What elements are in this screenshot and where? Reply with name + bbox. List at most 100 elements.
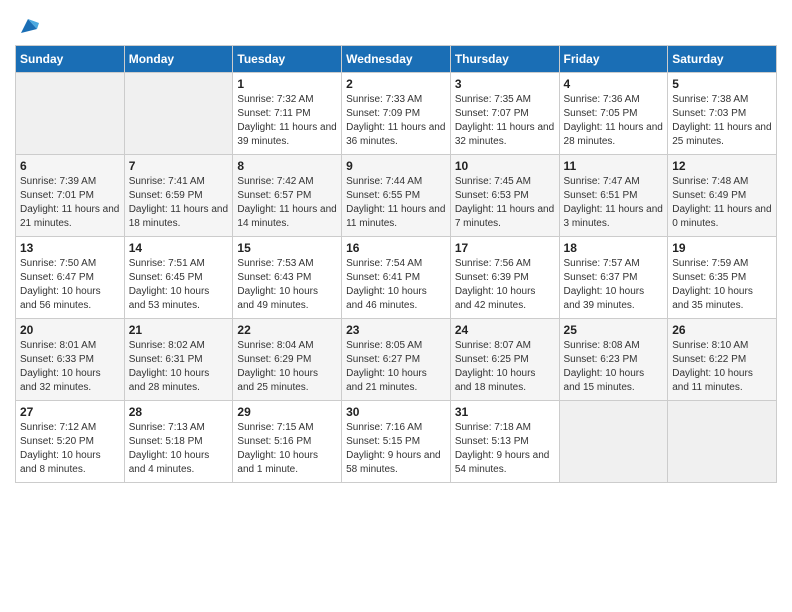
calendar-cell: 10 Sunrise: 7:45 AMSunset: 6:53 PMDayligh… <box>450 155 559 237</box>
calendar-cell: 17Sunrise: 7:56 AMSunset: 6:39 PMDayligh… <box>450 237 559 319</box>
header-day-monday: Monday <box>124 46 233 73</box>
header-day-thursday: Thursday <box>450 46 559 73</box>
calendar-cell: 2Sunrise: 7:33 AMSunset: 7:09 PMDaylight… <box>342 73 451 155</box>
day-info: Sunrise: 7:18 AMSunset: 5:13 PMDaylight:… <box>455 421 555 477</box>
day-info: Sunrise: 7:53 AMSunset: 6:43 PMDaylight:… <box>237 257 337 313</box>
day-info: Sunrise: 7:41 AMSunset: 6:59 PMDaylight:… <box>129 175 229 231</box>
day-info: Sunrise: 7:36 AMSunset: 7:05 PMDaylight:… <box>564 93 664 149</box>
calendar-cell: 21Sunrise: 8:02 AMSunset: 6:31 PMDayligh… <box>124 319 233 401</box>
day-number: 24 <box>455 323 555 337</box>
week-row-2: 6 Sunrise: 7:39 AMSunset: 7:01 PMDaylight… <box>16 155 777 237</box>
day-info: Sunrise: 7:12 AMSunset: 5:20 PMDaylight:… <box>20 421 120 477</box>
day-info: Sunrise: 7:13 AMSunset: 5:18 PMDaylight:… <box>129 421 229 477</box>
day-number: 5 <box>672 77 772 91</box>
day-info: Sunrise: 7:38 AMSunset: 7:03 PMDaylight:… <box>672 93 772 149</box>
header-day-sunday: Sunday <box>16 46 125 73</box>
calendar-cell: 26 Sunrise: 8:10 AMSunset: 6:22 PMDayligh… <box>668 319 777 401</box>
day-info: Sunrise: 8:08 AMSunset: 6:23 PMDaylight:… <box>564 339 664 395</box>
calendar-cell: 30 Sunrise: 7:16 AMSunset: 5:15 PMDayligh… <box>342 401 451 483</box>
header-day-saturday: Saturday <box>668 46 777 73</box>
day-number: 12 <box>672 159 772 173</box>
calendar-cell <box>668 401 777 483</box>
calendar-cell: 31 Sunrise: 7:18 AMSunset: 5:13 PMDayligh… <box>450 401 559 483</box>
calendar-cell: 4 Sunrise: 7:36 AMSunset: 7:05 PMDaylight… <box>559 73 668 155</box>
calendar-header: SundayMondayTuesdayWednesdayThursdayFrid… <box>16 46 777 73</box>
day-info: Sunrise: 7:47 AMSunset: 6:51 PMDaylight:… <box>564 175 664 231</box>
day-info: Sunrise: 7:50 AMSunset: 6:47 PMDaylight:… <box>20 257 120 313</box>
day-number: 29 <box>237 405 337 419</box>
day-number: 9 <box>346 159 446 173</box>
day-number: 2 <box>346 77 446 91</box>
calendar-cell: 20 Sunrise: 8:01 AMSunset: 6:33 PMDayligh… <box>16 319 125 401</box>
day-number: 31 <box>455 405 555 419</box>
day-info: Sunrise: 7:42 AMSunset: 6:57 PMDaylight:… <box>237 175 337 231</box>
day-info: Sunrise: 7:45 AMSunset: 6:53 PMDaylight:… <box>455 175 555 231</box>
day-info: Sunrise: 8:04 AMSunset: 6:29 PMDaylight:… <box>237 339 337 395</box>
day-info: Sunrise: 7:59 AMSunset: 6:35 PMDaylight:… <box>672 257 772 313</box>
day-number: 21 <box>129 323 229 337</box>
day-info: Sunrise: 8:01 AMSunset: 6:33 PMDaylight:… <box>20 339 120 395</box>
header-day-wednesday: Wednesday <box>342 46 451 73</box>
day-info: Sunrise: 7:51 AMSunset: 6:45 PMDaylight:… <box>129 257 229 313</box>
day-number: 4 <box>564 77 664 91</box>
day-number: 8 <box>237 159 337 173</box>
calendar-cell: 14Sunrise: 7:51 AMSunset: 6:45 PMDayligh… <box>124 237 233 319</box>
day-number: 25 <box>564 323 664 337</box>
calendar-cell: 8 Sunrise: 7:42 AMSunset: 6:57 PMDaylight… <box>233 155 342 237</box>
day-number: 26 <box>672 323 772 337</box>
calendar-cell: 12 Sunrise: 7:48 AMSunset: 6:49 PMDayligh… <box>668 155 777 237</box>
calendar-cell: 23 Sunrise: 8:05 AMSunset: 6:27 PMDayligh… <box>342 319 451 401</box>
header-day-friday: Friday <box>559 46 668 73</box>
calendar-cell: 9 Sunrise: 7:44 AMSunset: 6:55 PMDaylight… <box>342 155 451 237</box>
day-info: Sunrise: 7:44 AMSunset: 6:55 PMDaylight:… <box>346 175 446 231</box>
day-number: 28 <box>129 405 229 419</box>
calendar-body: 1 Sunrise: 7:32 AMSunset: 7:11 PMDaylight… <box>16 73 777 483</box>
day-number: 1 <box>237 77 337 91</box>
day-number: 22 <box>237 323 337 337</box>
day-info: Sunrise: 7:32 AMSunset: 7:11 PMDaylight:… <box>237 93 337 149</box>
day-number: 19 <box>672 241 772 255</box>
calendar-cell: 1 Sunrise: 7:32 AMSunset: 7:11 PMDaylight… <box>233 73 342 155</box>
day-number: 30 <box>346 405 446 419</box>
calendar-cell: 3Sunrise: 7:35 AMSunset: 7:07 PMDaylight… <box>450 73 559 155</box>
day-info: Sunrise: 7:39 AMSunset: 7:01 PMDaylight:… <box>20 175 120 231</box>
day-number: 23 <box>346 323 446 337</box>
calendar-cell: 18 Sunrise: 7:57 AMSunset: 6:37 PMDayligh… <box>559 237 668 319</box>
calendar-cell <box>559 401 668 483</box>
calendar-cell: 25 Sunrise: 8:08 AMSunset: 6:23 PMDayligh… <box>559 319 668 401</box>
page-header <box>15 10 777 37</box>
logo <box>15 10 39 37</box>
day-info: Sunrise: 7:15 AMSunset: 5:16 PMDaylight:… <box>237 421 337 477</box>
day-number: 15 <box>237 241 337 255</box>
day-info: Sunrise: 7:16 AMSunset: 5:15 PMDaylight:… <box>346 421 446 477</box>
calendar-cell: 19 Sunrise: 7:59 AMSunset: 6:35 PMDayligh… <box>668 237 777 319</box>
calendar-cell: 11Sunrise: 7:47 AMSunset: 6:51 PMDayligh… <box>559 155 668 237</box>
calendar-cell <box>16 73 125 155</box>
day-number: 16 <box>346 241 446 255</box>
calendar-cell: 6 Sunrise: 7:39 AMSunset: 7:01 PMDaylight… <box>16 155 125 237</box>
header-day-tuesday: Tuesday <box>233 46 342 73</box>
calendar-cell: 16Sunrise: 7:54 AMSunset: 6:41 PMDayligh… <box>342 237 451 319</box>
day-info: Sunrise: 7:56 AMSunset: 6:39 PMDaylight:… <box>455 257 555 313</box>
calendar-cell: 28 Sunrise: 7:13 AMSunset: 5:18 PMDayligh… <box>124 401 233 483</box>
calendar-cell: 27 Sunrise: 7:12 AMSunset: 5:20 PMDayligh… <box>16 401 125 483</box>
day-number: 18 <box>564 241 664 255</box>
day-number: 6 <box>20 159 120 173</box>
week-row-1: 1 Sunrise: 7:32 AMSunset: 7:11 PMDaylight… <box>16 73 777 155</box>
week-row-3: 13Sunrise: 7:50 AMSunset: 6:47 PMDayligh… <box>16 237 777 319</box>
day-info: Sunrise: 8:07 AMSunset: 6:25 PMDaylight:… <box>455 339 555 395</box>
calendar-cell: 13Sunrise: 7:50 AMSunset: 6:47 PMDayligh… <box>16 237 125 319</box>
day-info: Sunrise: 7:57 AMSunset: 6:37 PMDaylight:… <box>564 257 664 313</box>
day-number: 3 <box>455 77 555 91</box>
day-info: Sunrise: 8:10 AMSunset: 6:22 PMDaylight:… <box>672 339 772 395</box>
day-info: Sunrise: 8:05 AMSunset: 6:27 PMDaylight:… <box>346 339 446 395</box>
logo-icon <box>17 15 39 37</box>
calendar-cell: 22 Sunrise: 8:04 AMSunset: 6:29 PMDayligh… <box>233 319 342 401</box>
calendar-cell: 15 Sunrise: 7:53 AMSunset: 6:43 PMDayligh… <box>233 237 342 319</box>
day-number: 20 <box>20 323 120 337</box>
calendar-cell: 29 Sunrise: 7:15 AMSunset: 5:16 PMDayligh… <box>233 401 342 483</box>
day-number: 10 <box>455 159 555 173</box>
day-info: Sunrise: 7:48 AMSunset: 6:49 PMDaylight:… <box>672 175 772 231</box>
day-number: 27 <box>20 405 120 419</box>
week-row-4: 20 Sunrise: 8:01 AMSunset: 6:33 PMDayligh… <box>16 319 777 401</box>
